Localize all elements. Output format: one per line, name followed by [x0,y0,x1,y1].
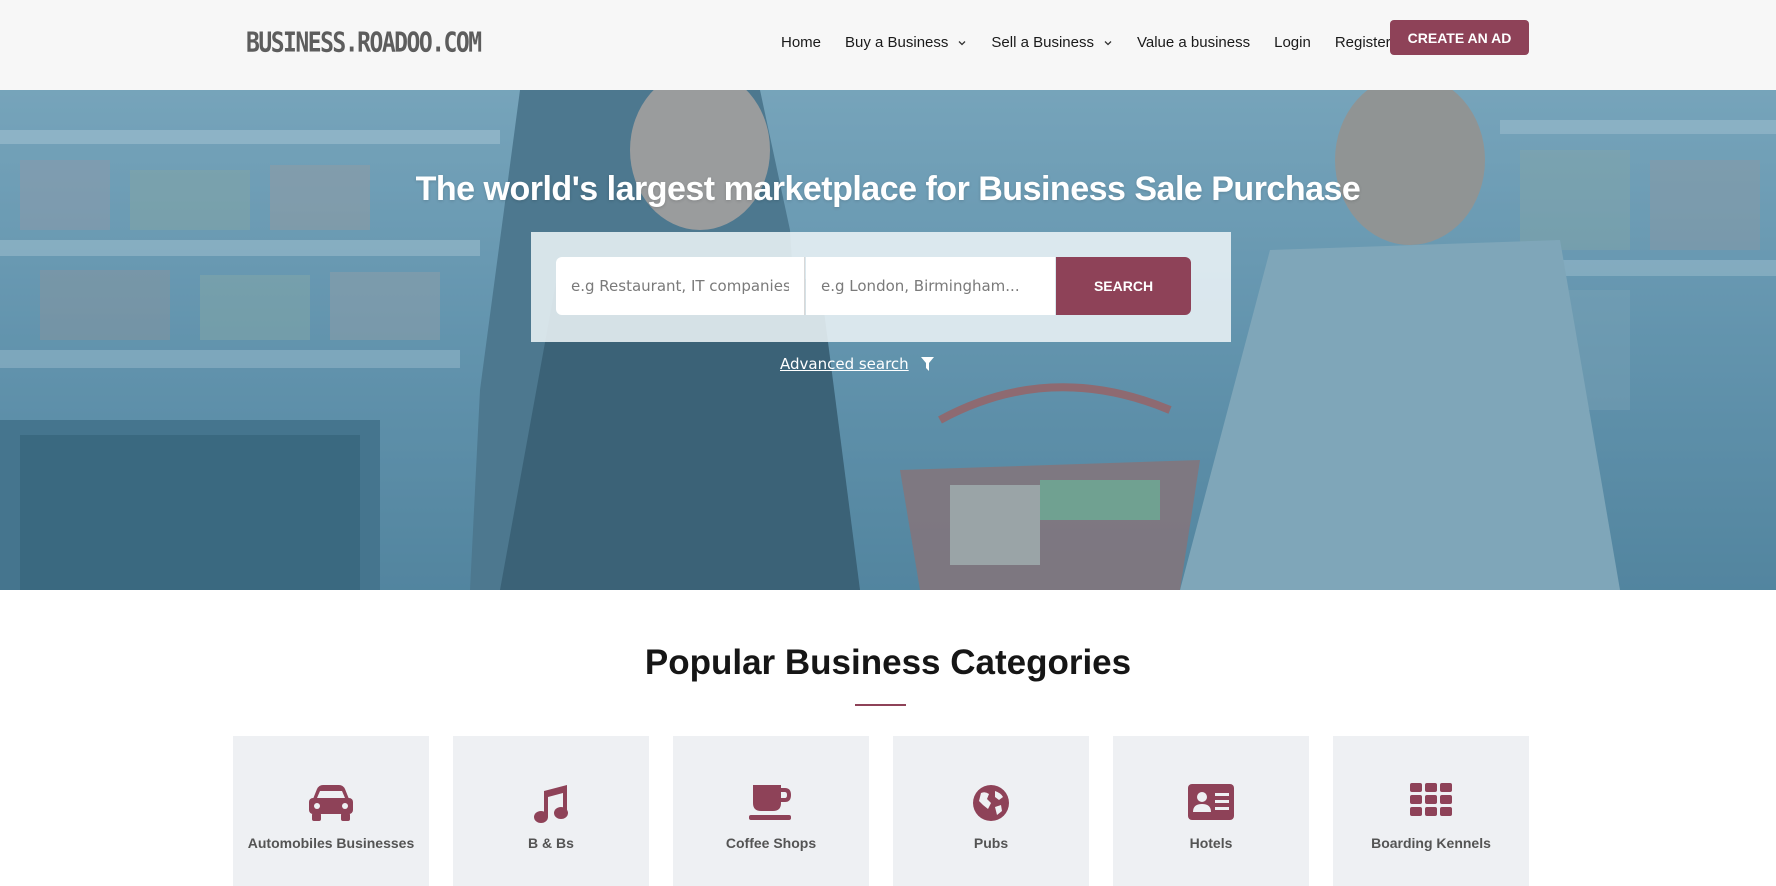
title-divider [855,704,906,706]
category-card-coffee-shops[interactable]: Coffee Shops [673,736,869,886]
chevron-down-icon [958,40,966,45]
site-header: BUSINESS.ROADOO.COM Home Buy a Business … [0,0,1776,90]
nav-buy-business[interactable]: Buy a Business [845,34,967,51]
nav-value-business[interactable]: Value a business [1137,34,1250,51]
category-card-pubs[interactable]: Pubs [893,736,1089,886]
advanced-search-link[interactable]: Advanced search [780,355,934,373]
site-logo[interactable]: BUSINESS.ROADOO.COM [246,28,482,59]
category-card-boarding-kennels[interactable]: Boarding Kennels [1333,736,1529,886]
music-icon [534,785,568,823]
nav-home[interactable]: Home [781,34,821,51]
category-label: B & Bs [528,835,574,851]
nav-sell-business-label: Sell a Business [991,34,1094,51]
nav-register[interactable]: Register [1335,34,1391,51]
car-icon [309,785,353,821]
id-card-icon [1188,784,1234,820]
nav-home-label: Home [781,34,822,51]
coffee-icon [749,785,791,820]
search-button[interactable]: SEARCH [1056,257,1191,315]
category-card-hotels[interactable]: Hotels [1113,736,1309,886]
nav-login-label: Login [1274,34,1311,51]
nav-login[interactable]: Login [1274,34,1311,51]
filter-icon [920,357,934,371]
category-label: Boarding Kennels [1371,835,1491,851]
nav-sell-business[interactable]: Sell a Business [991,34,1113,51]
category-card-bnb[interactable]: B & Bs [453,736,649,886]
category-label: Automobiles Businesses [247,835,415,851]
create-ad-button[interactable]: CREATE AN AD [1390,20,1529,55]
hero-title: The world's largest marketplace for Busi… [415,170,1361,208]
globe-icon [973,785,1009,821]
business-type-search-input[interactable] [556,257,805,315]
nav-buy-business-label: Buy a Business [845,34,949,51]
category-cards: Automobiles Businesses B & Bs Coffee Sho… [233,736,1529,886]
nav-value-business-label: Value a business [1136,34,1251,51]
advanced-search-label: Advanced search [780,355,909,373]
category-label: Coffee Shops [725,835,817,851]
category-card-automobiles[interactable]: Automobiles Businesses [233,736,429,886]
category-label: Pubs [973,835,1009,851]
main-nav: Home Buy a Business Sell a Business Valu… [781,34,1415,51]
nav-register-label: Register [1334,34,1391,51]
categories-title: Popular Business Categories [644,643,1132,682]
hero-section: The world's largest marketplace for Busi… [0,90,1776,590]
chevron-down-icon [1104,40,1112,45]
grid-icon [1410,783,1452,816]
category-label: Hotels [1189,835,1233,851]
search-panel: SEARCH [531,232,1231,342]
location-search-input[interactable] [806,257,1055,315]
